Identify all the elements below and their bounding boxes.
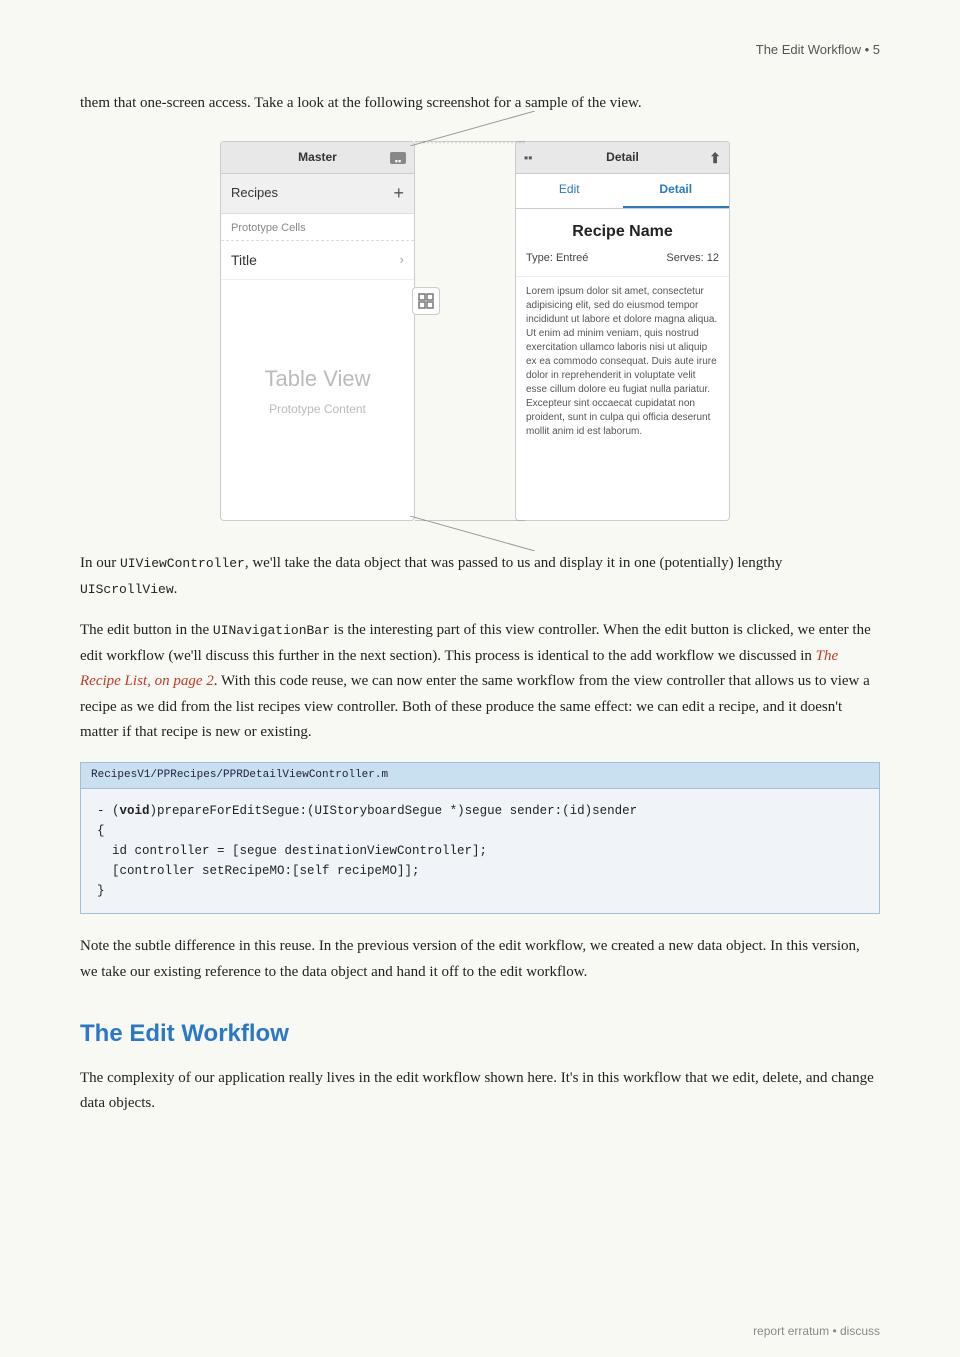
header-text: The Edit Workflow • 5	[756, 42, 880, 57]
code-block: - (void)prepareForEditSegue:(UIStoryboar…	[80, 788, 880, 914]
detail-nav-bar: Detail ⬆ ▪▪	[516, 142, 729, 174]
master-recipes-label: Recipes	[231, 183, 278, 204]
master-title-row[interactable]: Title ›	[221, 241, 414, 280]
code-uiviewcontroller: UIViewController	[120, 556, 245, 571]
master-add-button[interactable]: +	[393, 179, 404, 208]
grid-icon	[418, 293, 434, 309]
recipe-list-link[interactable]: The Recipe List, on page 2	[80, 648, 838, 690]
master-prototype-content-label: Prototype Content	[269, 400, 366, 419]
mockup-outer: → Master ▪▪ Recipes + Prototype Cells Ti…	[220, 141, 740, 521]
master-title-text: Title	[231, 249, 257, 271]
detail-recipe-name: Recipe Name	[516, 209, 729, 249]
section-text: The complexity of our application really…	[80, 1070, 874, 1112]
note-paragraph: Note the subtle difference in this reuse…	[80, 934, 880, 985]
detail-tab-bar: Edit Detail	[516, 174, 729, 208]
bottom-connector-svg	[410, 516, 535, 551]
master-panel: → Master ▪▪ Recipes + Prototype Cells Ti…	[220, 141, 415, 521]
detail-meta-row: Type: Entreé Serves: 12	[516, 248, 729, 277]
prototype-cells-label: Prototype Cells	[231, 222, 306, 234]
master-table-view-area: Table View Prototype Content	[221, 280, 414, 480]
intro-text: them that one-screen access. Take a look…	[80, 95, 642, 111]
tab-edit-label: Edit	[559, 182, 580, 196]
master-toolbar: Recipes +	[221, 174, 414, 214]
report-erratum-link[interactable]: report erratum	[753, 1324, 829, 1338]
master-nav-title: Master	[298, 150, 337, 164]
grid-icon-wrapper	[412, 287, 440, 315]
master-table-view-label: Table View	[265, 361, 371, 396]
note-text: Note the subtle difference in this reuse…	[80, 938, 860, 980]
detail-panel: Detail ⬆ ▪▪ Edit Detail Recipe Name	[515, 141, 730, 521]
discuss-link[interactable]: discuss	[840, 1324, 880, 1338]
page-header: The Edit Workflow • 5	[80, 40, 880, 61]
detail-description: Lorem ipsum dolor sit amet, consectetur …	[516, 277, 729, 447]
intro-paragraph: them that one-screen access. Take a look…	[80, 91, 880, 117]
code-uinavigationbar: UINavigationBar	[213, 623, 330, 638]
page-footer: report erratum • discuss	[753, 1322, 880, 1341]
master-prototype-cells: Prototype Cells	[221, 214, 414, 241]
tab-edit[interactable]: Edit	[516, 174, 623, 207]
page-content: The Edit Workflow • 5 them that one-scre…	[0, 0, 960, 1357]
code-keyword-void: void	[120, 804, 150, 818]
master-nav-bar: Master ▪▪	[221, 142, 414, 174]
tab-detail-label: Detail	[659, 182, 692, 196]
section-heading-text: The Edit Workflow	[80, 1020, 289, 1047]
body-paragraph-1: In our UIViewController, we'll take the …	[80, 551, 880, 602]
detail-type-label: Type: Entreé	[526, 250, 588, 268]
code-file-header: RecipesV1/PPRecipes/PPRDetailViewControl…	[80, 762, 880, 789]
detail-serves-label: Serves: 12	[666, 250, 719, 268]
footer-separator: •	[832, 1324, 840, 1338]
detail-nav-title: Detail	[606, 150, 639, 164]
detail-upload-icon[interactable]: ⬆	[709, 147, 721, 169]
master-chevron-icon: ›	[400, 250, 404, 271]
code-uiscrollview: UIScrollView	[80, 582, 174, 597]
detail-nav-left-button[interactable]: ▪▪	[524, 148, 533, 167]
section-heading: The Edit Workflow	[80, 1015, 880, 1053]
mockup-container: → Master ▪▪ Recipes + Prototype Cells Ti…	[80, 141, 880, 521]
code-file-path: RecipesV1/PPRecipes/PPRDetailViewControl…	[91, 769, 388, 781]
master-nav-button[interactable]: ▪▪	[390, 152, 406, 164]
tab-detail[interactable]: Detail	[623, 174, 730, 207]
body-paragraph-2: The edit button in the UINavigationBar i…	[80, 618, 880, 746]
section-paragraph: The complexity of our application really…	[80, 1066, 880, 1117]
panels-row: → Master ▪▪ Recipes + Prototype Cells Ti…	[220, 141, 740, 521]
